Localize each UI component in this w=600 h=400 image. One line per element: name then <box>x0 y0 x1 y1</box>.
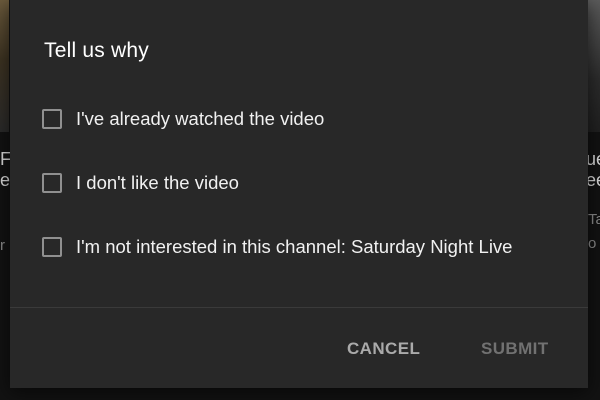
dialog-title: Tell us why <box>44 39 149 62</box>
option-not-interested-channel[interactable]: I'm not interested in this channel: Satu… <box>42 232 512 262</box>
option-label: I've already watched the video <box>76 108 325 129</box>
cancel-button[interactable]: CANCEL <box>343 337 424 361</box>
option-dont-like[interactable]: I don't like the video <box>42 168 239 198</box>
background-meta-snippet: r <box>0 237 5 254</box>
background-meta-snippet: o <box>588 235 597 252</box>
background-thumbnail-right[interactable] <box>586 0 600 132</box>
submit-button[interactable]: SUBMIT <box>477 337 553 361</box>
dialog-divider <box>10 307 588 308</box>
option-label: I'm not interested in this channel: Satu… <box>76 236 513 257</box>
screen: Fr ee r ue ee Ta o Tell us why I've alre… <box>0 0 600 400</box>
background-meta-snippet: Ta <box>588 211 600 228</box>
background-title-snippet: ue <box>586 149 600 169</box>
background-title-snippet: ee <box>586 170 600 190</box>
checkbox[interactable] <box>42 237 62 257</box>
tell-us-why-dialog: Tell us why I've already watched the vid… <box>10 0 588 388</box>
checkbox[interactable] <box>42 109 62 129</box>
option-already-watched[interactable]: I've already watched the video <box>42 104 324 134</box>
option-label: I don't like the video <box>76 172 239 193</box>
checkbox[interactable] <box>42 173 62 193</box>
background-thumbnail-left[interactable] <box>0 0 9 132</box>
